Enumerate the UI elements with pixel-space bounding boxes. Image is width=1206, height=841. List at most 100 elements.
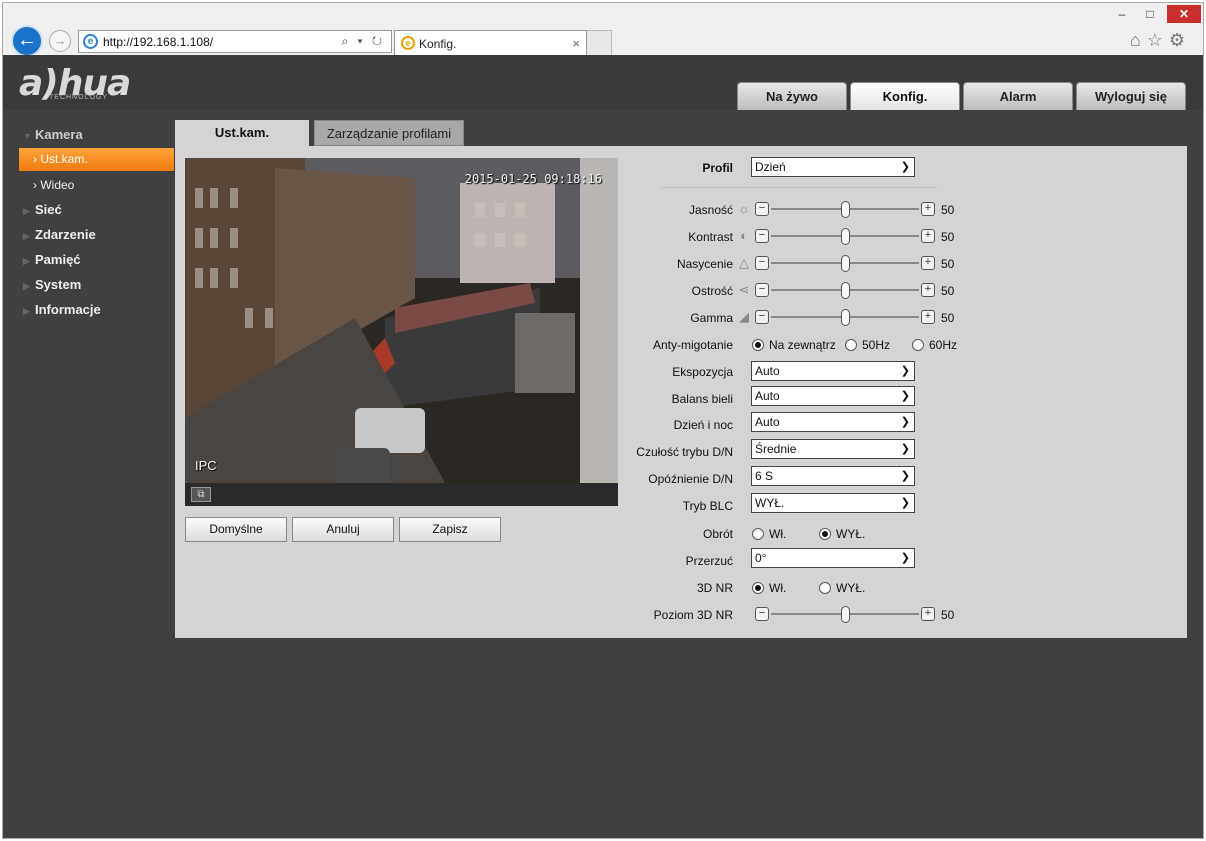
close-window-button[interactable]: ✕ [1167,5,1201,23]
sidebar-group-storage[interactable]: ▶ Pamięć [23,252,81,272]
dn-delay-label: Opóźnienie D/N [648,472,733,486]
brightness-label: Jasność [688,203,733,217]
increase-button[interactable]: + [921,310,935,324]
nav-config[interactable]: Konfig. [850,82,960,110]
day-night-select[interactable]: Auto ❯ [751,412,915,432]
sidebar-item-video[interactable]: › Wideo [19,174,174,197]
select-value: Auto [755,389,780,403]
slider-handle[interactable] [841,309,850,326]
tab-profile-management[interactable]: Zarządzanie profilami [314,120,464,146]
slider-handle[interactable] [841,201,850,218]
contrast-slider[interactable]: − +50 [755,228,955,245]
brightness-slider[interactable]: − +50 [755,201,955,218]
sidebar-item-camera-settings[interactable]: › Ust.kam. [19,148,174,171]
cancel-button[interactable]: Anuluj [292,517,394,542]
increase-button[interactable]: + [921,607,935,621]
blc-mode-label: Tryb BLC [682,499,733,513]
select-value: Średnie [755,442,797,456]
rotate-on-radio[interactable]: Wł. [752,527,786,541]
sharpness-label: Ostrość [691,284,733,298]
nav-logout[interactable]: Wyloguj się [1076,82,1186,110]
browser-tab[interactable]: e Konfig. × [394,30,587,56]
decrease-button[interactable]: − [755,256,769,270]
radio-dot [752,528,764,540]
tab-camera-settings[interactable]: Ust.kam. [175,120,309,146]
radio-label: WYŁ. [836,527,866,541]
decrease-button[interactable]: − [755,607,769,621]
radio-dot [845,339,857,351]
antiflicker-60hz-radio[interactable]: 60Hz [912,338,957,352]
sidebar-item-label: Wideo [40,178,75,192]
slider-handle[interactable] [841,255,850,272]
decrease-button[interactable]: − [755,283,769,297]
back-button[interactable]: ← [11,25,43,57]
forward-button[interactable]: → [49,30,71,52]
slider-handle[interactable] [841,606,850,623]
save-button[interactable]: Zapisz [399,517,501,542]
flip-select[interactable]: 0° ❯ [751,548,915,568]
video-preview: 2015-01-25 09:18:16 IPC ⧉ [185,158,618,506]
maximize-button[interactable]: □ [1137,5,1163,23]
slider-handle[interactable] [841,228,850,245]
sidebar-group-network[interactable]: ▶ Sieć [23,202,62,222]
chevron-down-icon: ❯ [900,390,910,402]
dn-sensitivity-select[interactable]: Średnie ❯ [751,439,915,459]
saturation-slider[interactable]: − +50 [755,255,955,272]
nav-alarm[interactable]: Alarm [963,82,1073,110]
flip-label: Przerzuć [685,554,733,568]
sidebar-item-label: Ust.kam. [40,152,88,166]
sidebar-group-camera[interactable]: ▼ Kamera [23,127,83,147]
increase-button[interactable]: + [921,229,935,243]
profile-select[interactable]: Dzień ❯ [751,157,915,177]
sidebar-group-info[interactable]: ▶ Informacje [23,302,101,322]
slider-handle[interactable] [841,282,850,299]
address-bar[interactable]: e http://192.168.1.108/ ⌕ ▾ ↻ [78,30,392,53]
chevron-down-icon: ❯ [900,497,910,509]
radio-label: 60Hz [929,338,958,352]
dahua-web-app: a)hua TECHNOLOGY Na żywo Konfig. Alarm W… [3,55,1203,838]
decrease-button[interactable]: − [755,310,769,324]
exposure-select[interactable]: Auto ❯ [751,361,915,381]
3dnr-on-radio[interactable]: Wł. [752,581,786,595]
radio-label: Wł. [769,581,787,595]
nav-live[interactable]: Na żywo [737,82,847,110]
fullscreen-icon[interactable]: ⧉ [191,487,211,502]
3dnr-off-radio[interactable]: WYŁ. [819,581,865,595]
video-timestamp: 2015-01-25 09:18:16 [464,172,602,186]
select-value: Auto [755,364,780,378]
select-value: WYŁ. [755,496,785,510]
minimize-button[interactable]: – [1109,5,1135,23]
sidebar-group-event[interactable]: ▶ Zdarzenie [23,227,96,247]
new-tab-button[interactable] [587,30,612,56]
select-value: 6 S [755,469,774,483]
address-url: http://192.168.1.108/ [103,35,214,49]
dn-delay-select[interactable]: 6 S ❯ [751,466,915,486]
sharpness-slider[interactable]: − +50 [755,282,955,299]
saturation-icon: △ [739,255,749,270]
radio-dot [819,582,831,594]
increase-button[interactable]: + [921,202,935,216]
blc-mode-select[interactable]: WYŁ. ❯ [751,493,915,513]
3dnr-level-slider[interactable]: − +50 [755,606,955,623]
decrease-button[interactable]: − [755,202,769,216]
profile-label: Profil [702,161,733,175]
sidebar-group-system[interactable]: ▶ System [23,277,81,297]
increase-button[interactable]: + [921,256,935,270]
gamma-slider[interactable]: − +50 [755,309,955,326]
search-refresh-icons[interactable]: ⌕ ▾ ↻ [341,34,385,49]
video-toolbar: ⧉ [185,483,618,506]
sharpness-icon: ⋖ [738,282,750,297]
rotate-off-radio[interactable]: WYŁ. [819,527,865,541]
tab-close-icon[interactable]: × [572,36,580,51]
video-ipc-label: IPC [195,458,217,473]
slider-value: 50 [941,203,955,217]
white-balance-select[interactable]: Auto ❯ [751,386,915,406]
decrease-button[interactable]: − [755,229,769,243]
dahua-logo-sub: TECHNOLOGY [49,94,109,101]
antiflicker-outdoor-radio[interactable]: Na zewnątrz [752,338,836,352]
increase-button[interactable]: + [921,283,935,297]
antiflicker-50hz-radio[interactable]: 50Hz [845,338,890,352]
default-button[interactable]: Domyślne [185,517,287,542]
triangle-right-icon: ▶ [23,206,30,216]
home-favorites-settings-icons[interactable]: ⌂☆⚙ [1130,30,1191,51]
